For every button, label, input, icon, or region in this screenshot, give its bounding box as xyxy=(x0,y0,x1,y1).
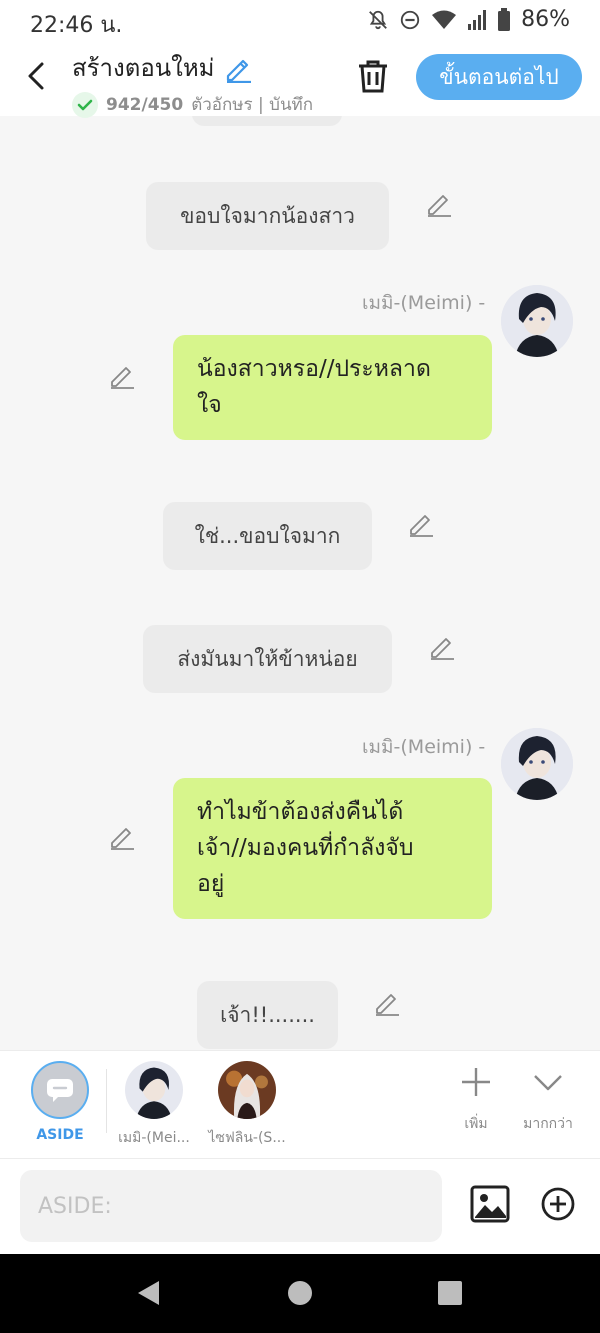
message-input[interactable] xyxy=(20,1170,442,1242)
title-area: สร้างตอนใหม่ 942/450 ตัวอักษร | บันทึก xyxy=(72,48,313,118)
edit-pencil-icon[interactable] xyxy=(108,823,136,851)
dialogue-bubble[interactable]: น้องสาวหรอ//ประหลาด ใจ xyxy=(173,335,492,440)
battery-percent: 86% xyxy=(521,7,570,32)
edit-pencil-icon[interactable] xyxy=(407,510,435,538)
character-avatar xyxy=(501,728,573,800)
status-icons: 86% xyxy=(367,7,570,32)
character-avatar xyxy=(501,285,573,357)
chat-canvas: ขอบใจมากน้องสาว เมมิ-(Meimi) - น้องสาวหร… xyxy=(0,116,600,1050)
chat-bubble-icon xyxy=(47,1079,73,1102)
status-time: 22:46 น. xyxy=(30,13,123,38)
narration-bubble[interactable]: ขอบใจมากน้องสาว xyxy=(146,182,389,250)
system-nav-bar xyxy=(0,1254,600,1333)
character-item[interactable]: เมมิ-(Mei... xyxy=(115,1061,193,1149)
add-circle-icon[interactable] xyxy=(540,1186,576,1222)
character-avatar xyxy=(125,1061,183,1119)
narration-bubble[interactable] xyxy=(192,116,342,126)
character-name: เมมิ-(Mei... xyxy=(118,1130,190,1146)
composer xyxy=(0,1158,600,1254)
do-not-disturb-icon xyxy=(400,10,420,29)
character-name: ไซฟลิน-(S... xyxy=(208,1130,286,1146)
narration-bubble[interactable]: ส่งมันมาให้ข้าหน่อย xyxy=(143,625,392,693)
edit-pencil-icon[interactable] xyxy=(428,633,456,661)
add-label: เพิ่ม xyxy=(464,1116,488,1132)
nav-recents-icon[interactable] xyxy=(435,1278,465,1308)
back-arrow-icon[interactable] xyxy=(22,58,52,94)
pencil-icon[interactable] xyxy=(223,53,253,83)
dialogue-line: ทำไมข้าต้องส่งคืนได้ xyxy=(197,799,404,825)
chevron-down-icon xyxy=(534,1075,562,1091)
more-button[interactable]: มากกว่า xyxy=(518,1065,578,1135)
dialogue-bubble[interactable]: ทำไมข้าต้องส่งคืนได้ เจ้า//มองคนที่กำลัง… xyxy=(173,778,492,919)
save-status: 942/450 ตัวอักษร | บันทึก xyxy=(72,91,313,118)
dialogue-line: เจ้า//มองคนที่กำลังจับ xyxy=(197,835,414,861)
wifi-icon xyxy=(432,10,457,29)
next-step-button[interactable]: ขั้นตอนต่อไป xyxy=(416,54,582,100)
aside-label: ASIDE xyxy=(36,1127,84,1143)
trash-icon[interactable] xyxy=(356,58,390,94)
status-text: ตัวอักษร | บันทึก xyxy=(191,95,314,115)
selector-divider xyxy=(106,1069,107,1133)
edit-pencil-icon[interactable] xyxy=(425,190,453,218)
nav-back-icon[interactable] xyxy=(134,1278,164,1308)
battery-icon xyxy=(498,7,511,31)
add-character-button[interactable]: เพิ่ม xyxy=(446,1065,506,1135)
page-title[interactable]: สร้างตอนใหม่ xyxy=(72,48,313,87)
status-bar: 22:46 น. 86% xyxy=(0,0,600,42)
episode-title: สร้างตอนใหม่ xyxy=(72,54,215,82)
speaker-name: เมมิ-(Meimi) - xyxy=(362,292,486,314)
check-icon xyxy=(72,91,98,118)
character-avatar xyxy=(218,1061,276,1119)
edit-pencil-icon[interactable] xyxy=(373,989,401,1017)
aside-avatar xyxy=(31,1061,89,1119)
notifications-off-icon xyxy=(369,10,387,29)
speaker-name: เมมิ-(Meimi) - xyxy=(362,736,486,758)
character-selector: ASIDE เมมิ-(Mei... ไซฟลิน-(S... เพิ่ม มา… xyxy=(0,1050,600,1158)
nav-home-icon[interactable] xyxy=(285,1278,315,1308)
narration-bubble[interactable]: ใช่...ขอบใจมาก xyxy=(163,502,372,570)
character-count: 942/450 xyxy=(106,94,184,115)
aside-selector[interactable]: ASIDE xyxy=(21,1061,99,1143)
signal-icon xyxy=(468,9,487,30)
editor-header: สร้างตอนใหม่ 942/450 ตัวอักษร | บันทึก ข… xyxy=(0,42,600,118)
dialogue-line: น้องสาวหรอ//ประหลาด xyxy=(197,356,431,382)
image-icon[interactable] xyxy=(470,1185,510,1223)
edit-pencil-icon[interactable] xyxy=(108,362,136,390)
narration-bubble[interactable]: เจ้า!!....... xyxy=(197,981,338,1049)
character-item[interactable]: ไซฟลิน-(S... xyxy=(208,1061,286,1149)
dialogue-line: อยู่ xyxy=(197,871,225,897)
dialogue-line: ใจ xyxy=(197,392,222,418)
plus-icon xyxy=(462,1068,490,1096)
more-label: มากกว่า xyxy=(523,1116,573,1132)
